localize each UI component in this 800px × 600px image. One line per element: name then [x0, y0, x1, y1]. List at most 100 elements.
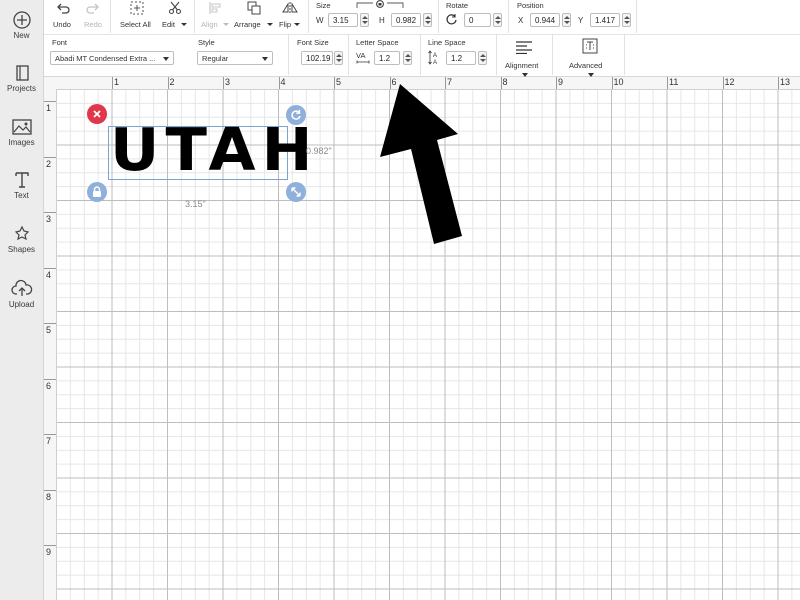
sidebar-item-label: Text — [14, 191, 29, 200]
ruler-tick-label: 5 — [336, 77, 342, 87]
ruler-tick — [167, 77, 169, 89]
divider — [438, 0, 439, 33]
svg-text:VA: VA — [356, 51, 365, 60]
align-menu-button[interactable]: Align — [198, 0, 230, 32]
rotate-icon — [446, 14, 457, 25]
position-x-input[interactable]: 0.944 — [530, 13, 560, 27]
resize-handle[interactable] — [286, 182, 306, 202]
select-all-button[interactable]: Select All — [118, 0, 158, 32]
rotate-handle[interactable] — [286, 105, 306, 125]
advanced-text-icon — [582, 38, 598, 54]
height-input[interactable]: 0.982 — [391, 13, 421, 27]
advanced-button[interactable]: Advanced — [564, 35, 612, 77]
lock-handle[interactable] — [87, 182, 107, 202]
redo-button[interactable]: Redo — [80, 0, 106, 32]
ruler-tick-label: 4 — [46, 269, 52, 280]
shapes-icon — [14, 225, 29, 241]
delete-handle[interactable] — [87, 104, 107, 124]
style-select[interactable]: Regular — [197, 51, 273, 65]
sidebar-item-upload[interactable]: Upload — [0, 279, 43, 309]
ruler-tick-label: 6 — [46, 380, 52, 391]
svg-text:A: A — [433, 60, 437, 65]
ruler-tick-label: 3 — [46, 214, 52, 224]
divider — [288, 35, 289, 75]
edit-label: Edit — [162, 20, 175, 29]
chevron-down-icon — [267, 23, 273, 26]
undo-button[interactable]: Undo — [50, 0, 76, 32]
ruler-tick — [611, 77, 613, 89]
book-icon — [15, 65, 29, 81]
font-size-stepper[interactable] — [334, 51, 343, 65]
rotate-input[interactable]: 0 — [464, 13, 491, 27]
line-space-input[interactable]: 1.2 — [446, 51, 476, 65]
font-select[interactable]: Abadi MT Condensed Extra ... — [50, 51, 174, 65]
chevron-down-icon — [163, 57, 169, 61]
ruler-tick — [556, 77, 557, 89]
font-select-value: Abadi MT Condensed Extra ... — [55, 54, 156, 63]
ruler-tick-label: 3 — [225, 77, 231, 87]
position-title: Position — [517, 1, 544, 10]
y-label: Y — [578, 16, 584, 25]
chevron-down-icon — [262, 57, 268, 61]
ruler-tick — [44, 378, 56, 380]
ruler-tick — [44, 101, 56, 102]
advanced-label: Advanced — [569, 61, 603, 70]
lock-icon — [93, 186, 101, 197]
ruler-tick — [44, 489, 56, 491]
flip-menu-button[interactable]: Flip — [278, 0, 304, 32]
ruler-tick — [722, 77, 724, 89]
vertical-ruler: 1 2 3 4 5 6 7 8 9 — [44, 89, 57, 600]
chevron-down-icon — [294, 23, 300, 26]
chevron-down-icon — [181, 23, 187, 26]
edit-menu-button[interactable]: Edit — [162, 0, 190, 32]
ruler-tick — [44, 323, 56, 324]
ruler-tick-label: 2 — [46, 158, 52, 169]
font-size-input[interactable]: 102.19 — [301, 51, 333, 65]
position-y-stepper[interactable] — [622, 13, 631, 27]
position-x-stepper[interactable] — [562, 13, 571, 27]
position-y-input[interactable]: 1.417 — [590, 13, 620, 27]
divider — [194, 0, 195, 33]
sidebar-item-shapes[interactable]: Shapes — [0, 224, 43, 254]
ruler-tick — [278, 77, 280, 89]
divider — [308, 0, 309, 33]
sidebar-item-label: New — [13, 31, 30, 40]
rotate-icon — [291, 109, 301, 120]
sidebar-item-images[interactable]: Images — [0, 117, 43, 147]
text-object[interactable]: UTAH — [110, 118, 313, 182]
edit-toolbar: Undo Redo Select All Edit Align Arrange … — [44, 0, 800, 35]
height-readout: 0.982" — [306, 146, 332, 156]
sidebar-item-projects[interactable]: Projects — [0, 63, 43, 93]
sidebar-item-text[interactable]: Text — [0, 170, 43, 200]
width-stepper[interactable] — [360, 13, 369, 27]
ruler-tick-label: 7 — [46, 436, 52, 446]
letter-space-input[interactable]: 1.2 — [374, 51, 400, 65]
ruler-tick-label: 13 — [780, 77, 791, 87]
ruler-tick-label: 10 — [613, 77, 624, 87]
divider — [348, 35, 349, 75]
style-title: Style — [198, 38, 215, 47]
sidebar-item-new[interactable]: New — [0, 10, 43, 40]
ruler-tick — [44, 267, 56, 269]
rotate-stepper[interactable] — [493, 13, 502, 27]
line-space-stepper[interactable] — [478, 51, 487, 65]
cloud-upload-icon — [10, 279, 32, 296]
height-label: H — [379, 16, 385, 25]
divider — [624, 35, 625, 75]
letter-space-stepper[interactable] — [403, 51, 412, 65]
line-space-title: Line Space — [428, 38, 466, 47]
alignment-button[interactable]: Alignment — [502, 35, 546, 77]
svg-text:A: A — [433, 53, 437, 59]
alignment-label: Alignment — [505, 61, 539, 70]
font-title: Font — [52, 38, 68, 47]
undo-label: Undo — [53, 20, 71, 29]
chevron-down-icon — [223, 23, 229, 26]
arrange-menu-button[interactable]: Arrange — [234, 0, 274, 32]
height-stepper[interactable] — [423, 13, 432, 27]
align-label: Align — [201, 20, 218, 29]
lock-ratio-icon[interactable] — [355, 0, 405, 9]
ruler-tick-label: 8 — [46, 491, 52, 502]
ruler-tick-label: 11 — [669, 77, 679, 87]
sidebar-item-label: Upload — [8, 300, 35, 309]
width-input[interactable]: 3.15 — [328, 13, 358, 27]
